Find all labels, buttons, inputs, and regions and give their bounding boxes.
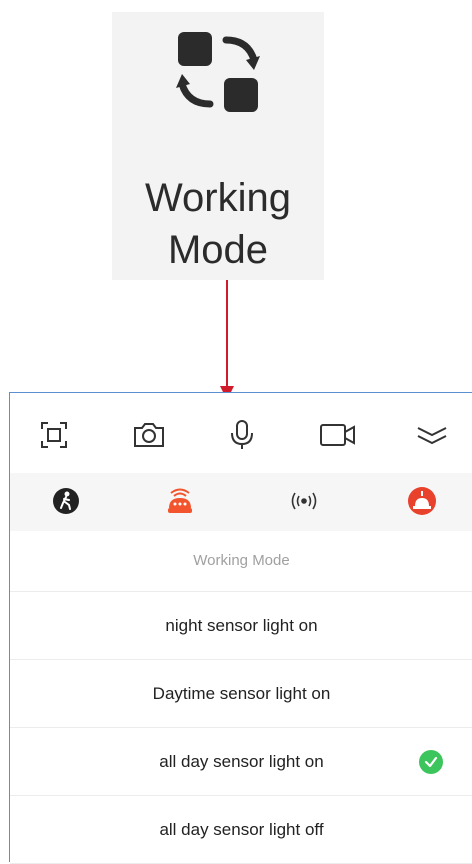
working-mode-callout: Working Mode <box>112 12 324 280</box>
video-record-icon[interactable] <box>318 415 358 455</box>
option-night-sensor-light-on[interactable]: night sensor light on <box>10 592 472 660</box>
toolbar <box>10 393 472 473</box>
working-mode-icon <box>176 32 260 112</box>
siren-icon[interactable] <box>404 483 440 519</box>
status-icon-row <box>10 473 472 531</box>
callout-title-line1: Working <box>145 176 291 220</box>
camera-icon[interactable] <box>129 415 169 455</box>
screenshot-icon[interactable] <box>34 415 74 455</box>
option-all-day-sensor-light-on[interactable]: all day sensor light on <box>10 728 472 796</box>
sheet-title: Working Mode <box>10 531 472 592</box>
pedestrian-icon[interactable] <box>48 483 84 519</box>
option-label: Daytime sensor light on <box>152 684 331 703</box>
wireless-signal-icon[interactable] <box>286 483 322 519</box>
option-label: all day sensor light on <box>159 752 324 771</box>
camera-control-panel: Working Mode night sensor light on Dayti… <box>9 392 472 864</box>
option-label: all day sensor light off <box>159 820 324 839</box>
working-mode-sheet: Working Mode night sensor light on Dayti… <box>10 531 472 864</box>
option-all-day-sensor-light-off[interactable]: all day sensor light off <box>10 796 472 864</box>
option-label: night sensor light on <box>165 616 318 635</box>
option-daytime-sensor-light-on[interactable]: Daytime sensor light on <box>10 660 472 728</box>
pointer-arrow-line <box>226 280 228 390</box>
selected-check-icon <box>419 750 443 774</box>
callout-title: Working Mode <box>112 172 324 276</box>
alarm-light-icon[interactable] <box>162 483 198 519</box>
collapse-icon[interactable] <box>412 415 452 455</box>
callout-title-line2: Mode <box>167 228 269 272</box>
microphone-icon[interactable] <box>222 415 262 455</box>
